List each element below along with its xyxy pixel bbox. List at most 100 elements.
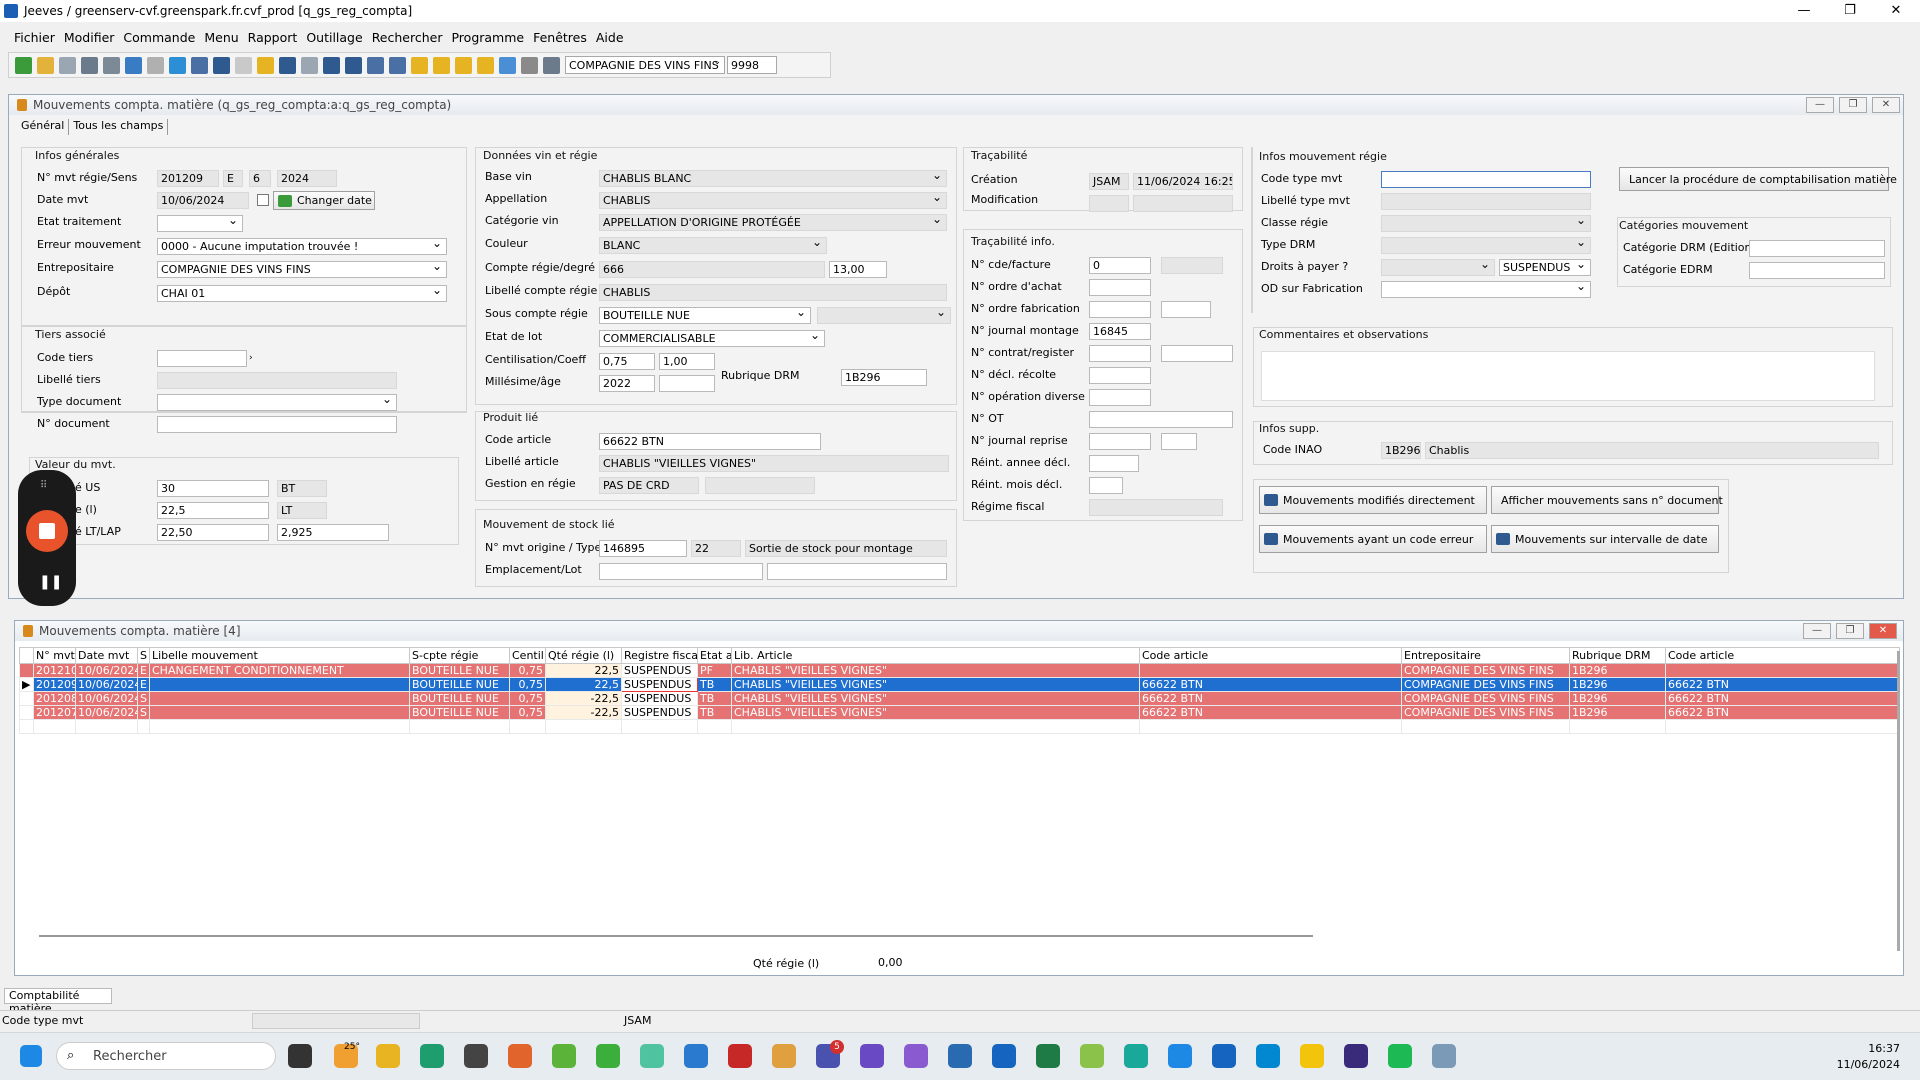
form-close-button[interactable]: ✕ <box>1872 97 1900 113</box>
app-settings-icon[interactable] <box>904 1044 928 1068</box>
changer-date-button[interactable]: Changer date <box>273 191 375 210</box>
sort-icon[interactable] <box>367 56 384 74</box>
code-tiers-arrow-icon[interactable]: › <box>249 353 253 363</box>
app-x-icon[interactable] <box>728 1044 752 1068</box>
firefox-icon[interactable] <box>508 1044 532 1068</box>
mvts-sans-doc-button[interactable]: Afficher mouvements sans n° document <box>1491 486 1723 514</box>
contrat-field[interactable] <box>1089 345 1151 362</box>
ordre-achat-field[interactable] <box>1089 279 1151 296</box>
month-field[interactable]: 6 <box>249 170 271 187</box>
excel-icon[interactable] <box>1036 1044 1060 1068</box>
ordre-fab-field-2[interactable] <box>1161 301 1211 318</box>
open-icon[interactable] <box>37 56 54 74</box>
categorie-drm-field[interactable] <box>1749 240 1885 257</box>
menu-fichier[interactable]: Fichier <box>14 30 55 45</box>
menu-outillage[interactable]: Outillage <box>306 30 362 45</box>
list-restore-button[interactable]: ❐ <box>1836 623 1864 639</box>
form-restore-button[interactable]: ❐ <box>1839 97 1867 113</box>
table-row[interactable]: 201207 10/06/2024 S BOUTEILLE NUE 0,75 -22,5 S… <box>19 705 1900 720</box>
valeur-l1-field[interactable]: 30 <box>157 480 269 497</box>
app-box-icon[interactable] <box>684 1044 708 1068</box>
stop-record-button[interactable] <box>26 510 68 552</box>
app-map-icon[interactable] <box>1080 1044 1104 1068</box>
date-checkbox[interactable] <box>257 194 269 206</box>
status-tab[interactable]: Comptabilité matière <box>4 988 112 1015</box>
new-icon[interactable] <box>15 56 32 74</box>
window-icon[interactable] <box>499 56 516 74</box>
record-icon[interactable] <box>169 56 186 74</box>
minimize-button[interactable]: — <box>1784 0 1824 22</box>
col-num-mvt[interactable]: N° mvt <box>33 647 76 664</box>
menu-programme[interactable]: Programme <box>451 30 524 45</box>
chatgpt-icon[interactable] <box>464 1044 488 1068</box>
droits-suspendus-select[interactable]: SUSPENDUS <box>1499 259 1591 276</box>
task-view-icon[interactable] <box>288 1044 312 1068</box>
col-sens[interactable]: S <box>137 647 150 664</box>
vscode-icon[interactable] <box>1168 1044 1192 1068</box>
mvts-erreur-button[interactable]: Mouvements ayant un code erreur <box>1259 525 1487 553</box>
company-code-field[interactable]: 9998 <box>727 56 777 74</box>
register-field[interactable] <box>1161 345 1233 362</box>
edge-icon[interactable] <box>420 1044 444 1068</box>
erreur-mvt-select[interactable]: 0000 - Aucune imputation trouvée ! <box>157 238 447 255</box>
app-dark-icon[interactable] <box>1344 1044 1368 1068</box>
ordre-fab-field[interactable] <box>1089 301 1151 318</box>
search-binoculars-icon[interactable] <box>191 56 208 74</box>
list-close-button[interactable]: ✕ <box>1869 623 1897 639</box>
table-row[interactable]: 201210 10/06/2024 E CHANGEMENT CONDITIONNEM… <box>19 663 1900 678</box>
op-diverse-field[interactable] <box>1089 389 1151 406</box>
col-lib-article[interactable]: Lib. Article <box>731 647 1140 664</box>
list-minimize-button[interactable]: — <box>1803 623 1831 639</box>
degre-field[interactable]: 13,00 <box>829 261 887 278</box>
menu-commande[interactable]: Commande <box>123 30 195 45</box>
up-arrow-icon[interactable] <box>257 56 274 74</box>
vertical-scrollbar[interactable] <box>1897 651 1900 951</box>
appellation-select[interactable]: CHABLIS <box>599 192 947 209</box>
table-row[interactable]: 201208 10/06/2024 S BOUTEILLE NUE 0,75 -22,5 S… <box>19 691 1900 706</box>
last-record-icon[interactable] <box>477 56 494 74</box>
journal-reprise-field-2[interactable] <box>1161 433 1197 450</box>
etat-lot-select[interactable]: COMMERCIALISABLE <box>599 330 825 347</box>
type-drm-select[interactable] <box>1381 237 1591 254</box>
horizontal-scrollbar[interactable] <box>39 935 1313 937</box>
valeur-l2-field[interactable]: 22,5 <box>157 502 269 519</box>
type-doc-select[interactable] <box>157 394 397 411</box>
od-fabrication-select[interactable] <box>1381 281 1591 298</box>
comments-textarea[interactable] <box>1261 351 1875 401</box>
sort-menu-icon[interactable] <box>389 56 406 74</box>
form-minimize-button[interactable]: — <box>1806 97 1834 113</box>
warning-icon[interactable] <box>1300 1044 1324 1068</box>
droits-payer-select[interactable] <box>1381 259 1495 276</box>
file-explorer-icon[interactable] <box>376 1044 400 1068</box>
col-code-article[interactable]: Code article <box>1139 647 1402 664</box>
categorie-vin-select[interactable]: APPELLATION D'ORIGINE PROTÉGÉE <box>599 214 947 231</box>
emplacement-field[interactable] <box>599 563 763 580</box>
annee-decl-field[interactable] <box>1089 455 1139 472</box>
taskbar-search[interactable]: ⌕ Rechercher <box>56 1042 276 1070</box>
print-icon[interactable] <box>81 56 98 74</box>
refresh-icon[interactable] <box>125 56 142 74</box>
find-icon[interactable] <box>213 56 230 74</box>
menu-rechercher[interactable]: Rechercher <box>372 30 443 45</box>
valeur-l3-field-2[interactable]: 2,925 <box>277 524 389 541</box>
col-etat[interactable]: Etat a <box>697 647 732 664</box>
sous-compte-select-2[interactable] <box>817 307 951 324</box>
close-button[interactable]: ✕ <box>1876 0 1916 22</box>
first-record-icon[interactable] <box>411 56 428 74</box>
lancer-comptabilisation-button[interactable]: Lancer la procédure de comptabilisation … <box>1619 167 1897 191</box>
app-monitor-icon[interactable] <box>1256 1044 1280 1068</box>
next-record-icon[interactable] <box>455 56 472 74</box>
grammarly-icon[interactable] <box>552 1044 576 1068</box>
entrepositaire-select[interactable]: COMPAGNIE DES VINS FINS <box>157 261 447 278</box>
app-w-icon[interactable] <box>640 1044 664 1068</box>
centil-field[interactable]: 0,75 <box>599 353 655 370</box>
code-tiers-field[interactable] <box>157 350 247 367</box>
col-rubrique-drm[interactable]: Rubrique DRM <box>1569 647 1666 664</box>
rubrique-drm-field[interactable]: 1B296 <box>841 369 927 386</box>
pause-icon[interactable]: ❚❚ <box>39 574 62 590</box>
app-location-icon[interactable] <box>1212 1044 1236 1068</box>
table-row-empty[interactable] <box>19 719 1900 734</box>
journal-montage-field[interactable]: 16845 <box>1089 323 1151 340</box>
age-field[interactable] <box>659 375 715 392</box>
lot-field[interactable] <box>767 563 947 580</box>
